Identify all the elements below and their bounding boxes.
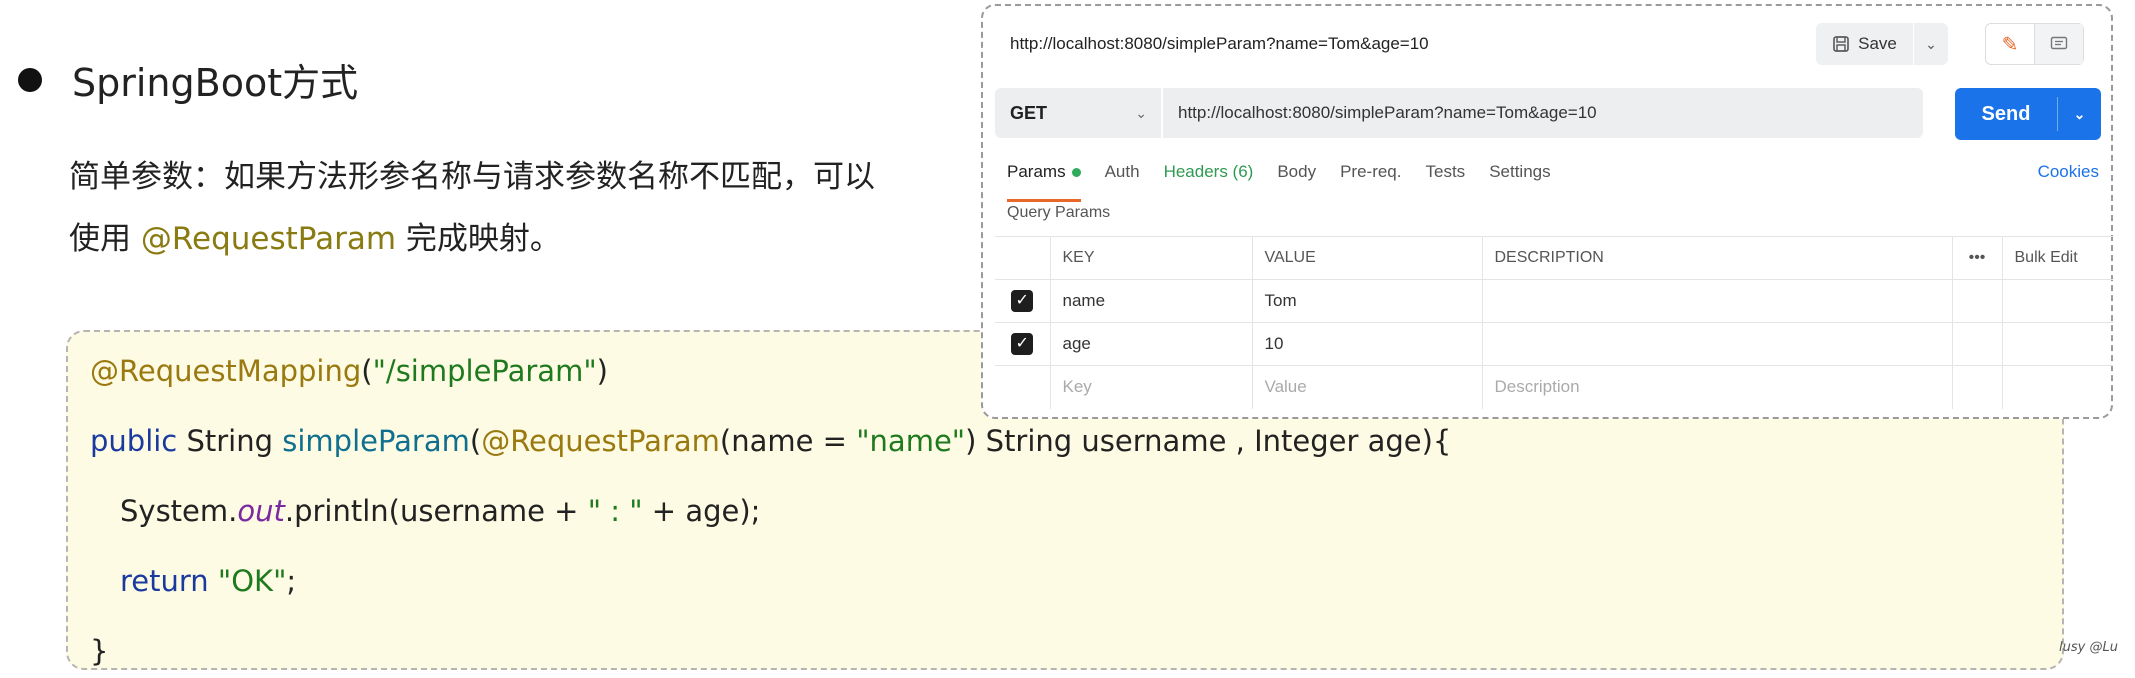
new-value-input[interactable]: Value: [1251, 365, 1482, 409]
row-spacer: [2001, 279, 2113, 323]
more-options-icon[interactable]: •••: [1951, 236, 2002, 280]
url-input[interactable]: http://localhost:8080/simpleParam?name=T…: [1163, 88, 1923, 138]
tab-auth[interactable]: Auth: [1105, 162, 1140, 192]
code-text: (name =: [719, 424, 857, 458]
row-spacer: [1951, 279, 2002, 323]
row-checkbox[interactable]: ✓: [995, 322, 1050, 366]
tab-body[interactable]: Body: [1277, 162, 1316, 192]
param-key[interactable]: age: [1049, 322, 1252, 366]
code-keyword: public: [90, 424, 178, 458]
code-annotation: @RequestParam: [481, 424, 720, 458]
watermark: lusy @Lu: [2059, 640, 2118, 655]
desc-text: 使用: [69, 221, 141, 257]
postman-panel: http://localhost:8080/simpleParam?name=T…: [981, 4, 2113, 419]
bulk-edit-button[interactable]: Bulk Edit: [2001, 236, 2113, 280]
param-description[interactable]: [1481, 322, 1952, 366]
code-line-2: public String simpleParam(@RequestParam(…: [90, 424, 1451, 458]
send-button[interactable]: Send ⌄: [1955, 88, 2101, 140]
save-options-button[interactable]: ⌄: [1914, 23, 1948, 65]
comment-icon: [2050, 36, 2068, 52]
code-text: ;: [286, 564, 297, 598]
param-description[interactable]: [1481, 279, 1952, 323]
code-field: out: [237, 494, 285, 528]
request-title: http://localhost:8080/simpleParam?name=T…: [1010, 34, 1429, 53]
code-string: "/simpleParam": [372, 354, 597, 388]
view-toggle: ✎: [1985, 23, 2084, 65]
code-line-4: return "OK";: [120, 564, 296, 598]
new-description-input[interactable]: Description: [1481, 365, 1952, 409]
col-description: DESCRIPTION: [1481, 236, 1952, 280]
new-key-input[interactable]: Key: [1049, 365, 1252, 409]
method-select[interactable]: GET ⌄: [995, 88, 1161, 138]
code-function: simpleParam: [282, 424, 470, 458]
col-value: VALUE: [1251, 236, 1482, 280]
param-value[interactable]: Tom: [1251, 279, 1482, 323]
row-spacer: [2001, 322, 2113, 366]
desc-line-2: 使用 @RequestParam 完成映射。: [69, 208, 969, 270]
checkmark-icon: ✓: [1011, 290, 1034, 312]
tab-tests[interactable]: Tests: [1426, 162, 1466, 192]
tab-headers[interactable]: Headers (6): [1164, 162, 1254, 192]
slide-heading: SpringBoot方式: [72, 61, 359, 105]
code-text: .println(username +: [284, 494, 588, 528]
param-value[interactable]: 10: [1251, 322, 1482, 366]
table-row: ✓ name Tom: [995, 279, 2113, 323]
code-annotation: @RequestMapping: [90, 354, 362, 388]
code-text: (: [469, 424, 482, 458]
header-checkbox-cell: [995, 236, 1050, 280]
tab-settings[interactable]: Settings: [1489, 162, 1550, 192]
desc-highlight: @RequestParam: [140, 221, 397, 257]
table-row-new: Key Value Description: [995, 365, 2113, 409]
method-value: GET: [1010, 102, 1048, 123]
query-params-label: Query Params: [1007, 204, 1111, 221]
code-string: "OK": [217, 564, 287, 598]
code-string: "name": [856, 424, 966, 458]
code-string: " : ": [587, 494, 643, 528]
send-label: Send: [1981, 102, 2031, 125]
edit-button[interactable]: ✎: [1986, 24, 2035, 64]
code-text: ) String username , Integer age){: [965, 424, 1452, 458]
row-spacer: [1951, 322, 2002, 366]
code-text: + age);: [642, 494, 761, 528]
table-header: KEY VALUE DESCRIPTION ••• Bulk Edit: [995, 236, 2113, 280]
chevron-down-icon: ⌄: [1135, 104, 1147, 121]
slide-bullet-heading: SpringBoot方式: [18, 52, 358, 107]
code-text: String: [177, 424, 283, 458]
tab-params[interactable]: Params: [1007, 162, 1081, 202]
chevron-down-icon: ⌄: [1925, 35, 1937, 52]
pencil-icon: ✎: [2001, 33, 2019, 56]
col-key: KEY: [1049, 236, 1252, 280]
params-table: KEY VALUE DESCRIPTION ••• Bulk Edit ✓ na…: [995, 236, 2113, 409]
row-checkbox[interactable]: ✓: [995, 279, 1050, 323]
code-line-3: System.out.println(username + " : " + ag…: [120, 494, 760, 528]
request-tabs: Params Auth Headers (6) Body Pre-req. Te…: [1007, 162, 1575, 202]
code-line-5: }: [90, 634, 109, 668]
params-indicator-icon: [1071, 168, 1081, 178]
row-spacer: [1951, 365, 2002, 409]
cookies-link[interactable]: Cookies: [2038, 162, 2099, 182]
code-text: System.: [120, 494, 238, 528]
row-checkbox-empty: [995, 365, 1050, 409]
chevron-down-icon[interactable]: ⌄: [2058, 106, 2101, 123]
slide-description: 简单参数：如果方法形参名称与请求参数名称不匹配，可以 使用 @RequestPa…: [69, 146, 969, 270]
row-spacer: [2001, 365, 2113, 409]
tab-label: Params: [1007, 162, 1066, 181]
code-text: ): [596, 354, 608, 388]
save-label: Save: [1858, 34, 1897, 53]
table-row: ✓ age 10: [995, 322, 2113, 366]
param-key[interactable]: name: [1049, 279, 1252, 323]
code-line-1: @RequestMapping("/simpleParam"): [90, 354, 608, 388]
save-button[interactable]: Save: [1816, 23, 1913, 65]
checkmark-icon: ✓: [1011, 333, 1034, 355]
bullet-dot: [18, 67, 42, 92]
tab-prereq[interactable]: Pre-req.: [1340, 162, 1401, 192]
comment-button[interactable]: [2035, 24, 2083, 64]
code-keyword: return: [120, 564, 209, 598]
code-text: (: [361, 354, 373, 388]
save-icon: [1832, 35, 1850, 53]
desc-line-1: 简单参数：如果方法形参名称与请求参数名称不匹配，可以: [69, 159, 875, 195]
desc-text: 完成映射。: [396, 221, 561, 257]
